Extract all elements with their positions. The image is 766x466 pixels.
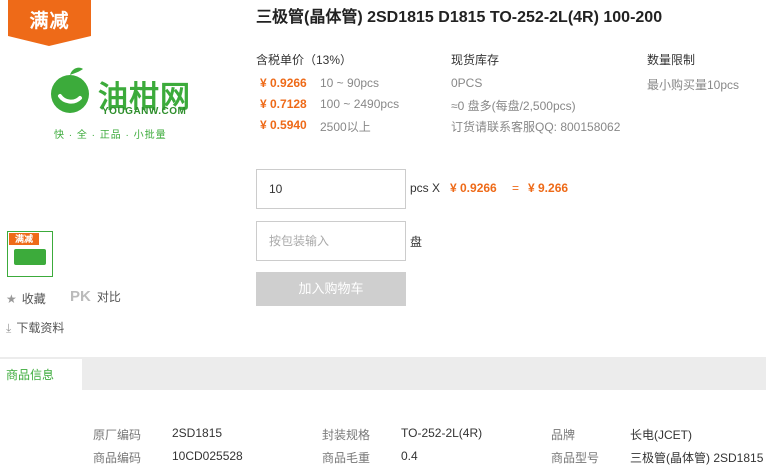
info-tab-bar: [0, 357, 766, 390]
price-tier-2-range: 100 ~ 2490pcs: [320, 97, 400, 111]
product-thumbnail[interactable]: 满减: [7, 231, 53, 277]
tab-product-info-label: 商品信息: [6, 368, 55, 382]
calc-total: ¥ 9.266: [528, 181, 569, 195]
info-value-package: TO-252-2L(4R): [401, 426, 483, 440]
star-icon: ★: [6, 292, 17, 306]
info-value-sku: 10CD025528: [172, 449, 243, 463]
compare-button[interactable]: PK 对比: [70, 288, 121, 305]
info-value-model: 三极管(晶体管) 2SD1815: [630, 451, 764, 465]
pk-icon: PK: [70, 288, 91, 305]
apple-logo-icon: [51, 67, 89, 113]
logo-domain: YOUGANW.COM: [102, 106, 187, 117]
download-icon: ⤓: [6, 321, 12, 335]
limit-header: 数量限制: [647, 53, 696, 67]
promo-label: 满减: [29, 11, 70, 32]
info-label-weight: 商品毛重: [322, 451, 371, 465]
price-tier-3-price: ¥ 0.5940: [260, 118, 307, 132]
limit-text: 最小购买量10pcs: [647, 78, 740, 92]
calc-equals: =: [512, 181, 520, 195]
stock-quantity: 0PCS: [451, 76, 483, 90]
quantity-unit: pcs X: [410, 181, 441, 195]
download-datasheet-button[interactable]: ⤓ 下载资料: [6, 319, 64, 336]
price-tier-2-price: ¥ 0.7128: [260, 97, 307, 111]
package-input[interactable]: 按包装输入: [256, 221, 406, 261]
info-value-weight: 0.4: [401, 449, 418, 463]
calc-unit-price: ¥ 0.9266: [450, 181, 497, 195]
quantity-input[interactable]: 10: [256, 169, 406, 209]
promo-ribbon: 满减: [8, 0, 91, 46]
add-to-cart-button[interactable]: 加入购物车: [256, 272, 406, 306]
info-label-mfr-code: 原厂编码: [93, 428, 142, 442]
price-tier-1-range: 10 ~ 90pcs: [320, 76, 380, 90]
price-tier-3-range: 2500以上: [320, 120, 371, 134]
info-value-brand: 长电(JCET): [630, 428, 692, 442]
brand-logo: 油柑网 YOUGANW.COM 快 · 全 · 正品 · 小批量: [46, 66, 196, 142]
product-title: 三极管(晶体管) 2SD1815 D1815 TO-252-2L(4R) 100…: [256, 9, 663, 26]
price-header: 含税单价（13%）: [256, 53, 353, 67]
info-value-mfr-code: 2SD1815: [172, 426, 223, 440]
favorite-button[interactable]: ★ 收藏: [6, 290, 46, 307]
favorite-label: 收藏: [21, 292, 46, 306]
info-label-package: 封装规格: [322, 428, 371, 442]
info-label-sku: 商品编码: [93, 451, 142, 465]
thumbnail-badge: 满减: [9, 233, 39, 245]
stock-reels: ≈0 盘多(每盘/2,500pcs): [451, 99, 576, 113]
package-unit: 盘: [410, 235, 423, 249]
price-tier-1-price: ¥ 0.9266: [260, 76, 307, 90]
thumbnail-logo-image: [14, 249, 46, 265]
download-label: 下载资料: [16, 321, 65, 335]
stock-contact: 订货请联系客服QQ: 800158062: [451, 120, 621, 134]
logo-slogan: 快 · 全 · 正品 · 小批量: [54, 130, 167, 141]
info-label-brand: 品牌: [551, 428, 576, 442]
compare-label: 对比: [96, 290, 121, 304]
stock-header: 现货库存: [451, 53, 500, 67]
info-label-model: 商品型号: [551, 451, 600, 465]
